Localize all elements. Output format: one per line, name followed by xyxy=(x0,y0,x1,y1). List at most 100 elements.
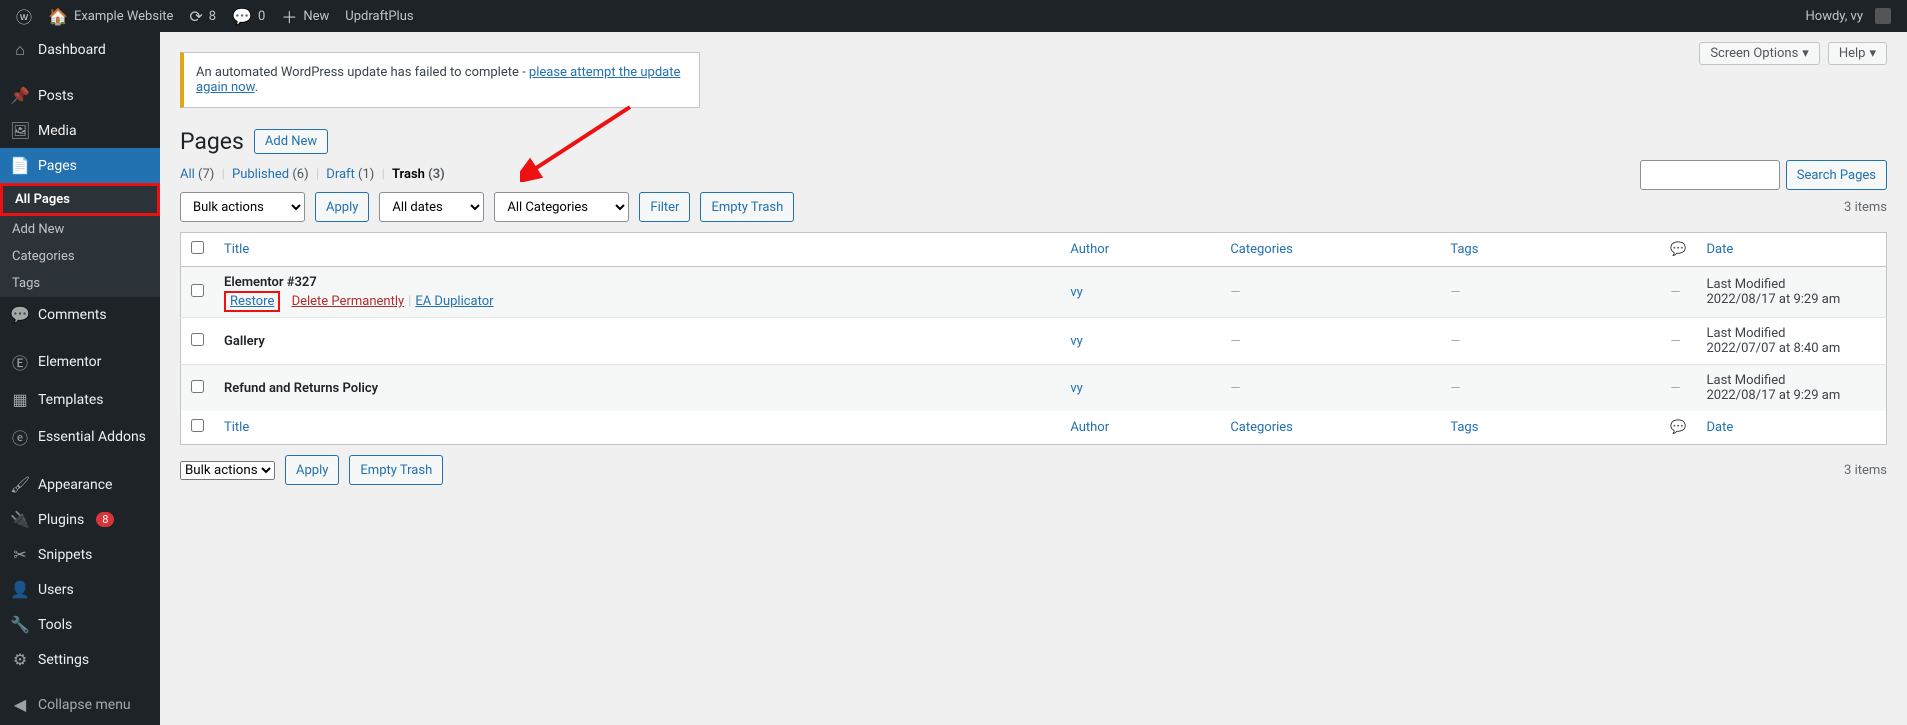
row-date-value: 2022/07/07 at 8:40 am xyxy=(1707,341,1877,356)
empty-trash-button-bottom[interactable]: Empty Trash xyxy=(349,455,443,485)
content-area: Screen Options ▾ Help ▾ An automated Wor… xyxy=(160,32,1907,725)
menu-templates[interactable]: ▦Templates xyxy=(0,382,160,417)
updates-link[interactable]: ⟳8 xyxy=(181,0,224,32)
updraft-link[interactable]: UpdraftPlus xyxy=(337,0,421,32)
addons-icon: ⓔ xyxy=(10,425,30,449)
row-date-label: Last Modified xyxy=(1707,326,1877,341)
menu-settings[interactable]: ⚙Settings xyxy=(0,642,160,677)
row-date-label: Last Modified xyxy=(1707,373,1877,388)
row-title: Gallery xyxy=(224,334,265,349)
filter-button[interactable]: Filter xyxy=(639,192,690,222)
filter-draft[interactable]: Draft (1) xyxy=(326,167,374,182)
items-count: 3 items xyxy=(1844,200,1887,215)
users-icon: 👤 xyxy=(10,580,30,599)
row-tags: — xyxy=(1450,334,1460,349)
col-author[interactable]: Author xyxy=(1060,233,1220,267)
dates-select[interactable]: All dates xyxy=(379,192,484,222)
row-comments: — xyxy=(1670,285,1680,300)
update-notice: An automated WordPress update has failed… xyxy=(180,52,700,108)
add-new-button[interactable]: Add New xyxy=(254,129,328,154)
menu-plugins[interactable]: 🔌Plugins8 xyxy=(0,502,160,537)
row-author[interactable]: vy xyxy=(1070,334,1082,349)
row-categories: — xyxy=(1230,381,1240,396)
comments-count: 0 xyxy=(258,9,265,24)
search-button[interactable]: Search Pages xyxy=(1786,160,1887,190)
comment-icon: 💬 xyxy=(1670,242,1686,257)
col-comments-f[interactable]: 💬 xyxy=(1660,411,1696,445)
screen-options-button[interactable]: Screen Options ▾ xyxy=(1699,42,1820,65)
row-categories: — xyxy=(1230,334,1240,349)
items-count-bottom: 3 items xyxy=(1844,463,1887,478)
menu-appearance[interactable]: 🖌Appearance xyxy=(0,467,160,502)
menu-tools[interactable]: 🔧Tools xyxy=(0,607,160,642)
avatar-icon xyxy=(1875,8,1891,24)
submenu-tags[interactable]: Tags xyxy=(0,270,160,297)
comment-icon: 💬 xyxy=(232,7,252,26)
menu-comments[interactable]: 💬Comments xyxy=(0,297,160,332)
updraft-label: UpdraftPlus xyxy=(345,9,413,24)
filter-published[interactable]: Published (6) xyxy=(232,167,309,182)
submenu-categories[interactable]: Categories xyxy=(0,243,160,270)
row-author[interactable]: vy xyxy=(1070,381,1082,396)
new-link[interactable]: ＋New xyxy=(273,0,337,32)
search-input[interactable] xyxy=(1640,160,1780,190)
row-checkbox[interactable] xyxy=(191,284,204,297)
menu-pages[interactable]: 📄Pages xyxy=(0,148,160,183)
updates-icon: ⟳ xyxy=(189,7,202,26)
delete-link[interactable]: Delete Permanently xyxy=(292,294,405,309)
menu-elementor[interactable]: ⒺElementor xyxy=(0,342,160,382)
col-tags-f: Tags xyxy=(1440,411,1660,445)
dashboard-icon: ⌂ xyxy=(10,40,30,60)
select-all-checkbox-footer[interactable] xyxy=(191,419,204,432)
settings-icon: ⚙ xyxy=(10,650,30,669)
menu-users[interactable]: 👤Users xyxy=(0,572,160,607)
categories-select[interactable]: All Categories xyxy=(494,192,629,222)
col-date-f[interactable]: Date xyxy=(1697,411,1887,445)
row-comments: — xyxy=(1670,334,1680,349)
wordpress-icon: ⓦ xyxy=(16,4,32,28)
menu-snippets[interactable]: ✂Snippets xyxy=(0,537,160,572)
restore-link[interactable]: Restore xyxy=(224,291,280,312)
bulk-actions-select[interactable]: Bulk actions xyxy=(180,192,305,222)
row-checkbox[interactable] xyxy=(191,333,204,346)
status-filters: All (7) | Published (6) | Draft (1) | Tr… xyxy=(180,167,1887,182)
tools-icon: 🔧 xyxy=(10,615,30,634)
chevron-down-icon: ▾ xyxy=(1869,46,1876,61)
filter-trash[interactable]: Trash (3) xyxy=(392,167,445,182)
new-label: New xyxy=(303,9,329,24)
comments-link[interactable]: 💬0 xyxy=(224,0,273,32)
row-checkbox[interactable] xyxy=(191,380,204,393)
filter-all[interactable]: All (7) xyxy=(180,167,214,182)
col-title-f[interactable]: Title xyxy=(214,411,1060,445)
wp-logo[interactable]: ⓦ xyxy=(8,0,40,32)
menu-essential-addons[interactable]: ⓔEssential Addons xyxy=(0,417,160,457)
pages-table: Title Author Categories Tags 💬 Date Elem… xyxy=(180,232,1887,445)
empty-trash-button[interactable]: Empty Trash xyxy=(700,192,794,222)
duplicate-link[interactable]: EA Duplicator xyxy=(415,294,493,309)
media-icon: 🖼 xyxy=(10,121,30,140)
menu-posts[interactable]: 📌Posts xyxy=(0,78,160,113)
menu-collapse[interactable]: ◀Collapse menu xyxy=(0,687,160,722)
submenu-all-pages[interactable]: All Pages xyxy=(0,183,160,216)
col-tags: Tags xyxy=(1440,233,1660,267)
site-link[interactable]: 🏠Example Website xyxy=(40,0,181,32)
apply-button-bottom[interactable]: Apply xyxy=(285,455,339,485)
howdy-link[interactable]: Howdy, vy xyxy=(1798,0,1900,32)
bulk-actions-select-bottom[interactable]: Bulk actions xyxy=(180,461,275,480)
snippets-icon: ✂ xyxy=(10,545,30,564)
menu-media[interactable]: 🖼Media xyxy=(0,113,160,148)
select-all-checkbox[interactable] xyxy=(191,241,204,254)
col-title[interactable]: Title xyxy=(214,233,1060,267)
table-row: Refund and Returns Policyvy———Last Modif… xyxy=(181,365,1887,412)
col-comments[interactable]: 💬 xyxy=(1660,233,1696,267)
col-author-f[interactable]: Author xyxy=(1060,411,1220,445)
page-title: Pages xyxy=(180,128,244,155)
submenu-pages: All Pages Add New Categories Tags xyxy=(0,183,160,297)
apply-button[interactable]: Apply xyxy=(315,192,369,222)
row-title: Elementor #327 xyxy=(224,275,317,290)
menu-dashboard[interactable]: ⌂Dashboard xyxy=(0,32,160,68)
help-button[interactable]: Help ▾ xyxy=(1828,42,1887,65)
row-author[interactable]: vy xyxy=(1070,285,1082,300)
col-date[interactable]: Date xyxy=(1697,233,1887,267)
submenu-add-new[interactable]: Add New xyxy=(0,216,160,243)
